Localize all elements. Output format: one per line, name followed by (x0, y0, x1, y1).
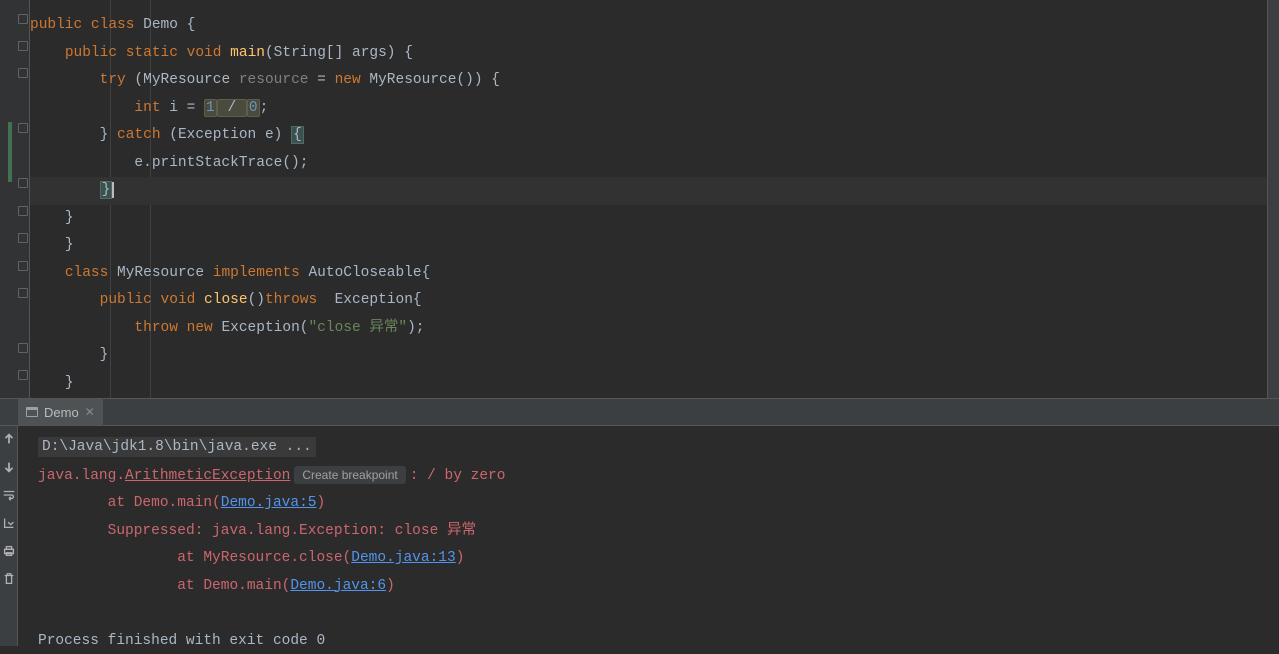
scroll-to-end-icon[interactable] (2, 516, 16, 530)
vcs-change-marker (8, 122, 12, 182)
suppressed-line: Suppressed: java.lang.Exception: close 异… (38, 523, 476, 539)
code-line[interactable]: public static void main(String[] args) { (30, 40, 1267, 68)
code-line[interactable]: public void close()throws Exception{ (30, 287, 1267, 315)
fold-marker[interactable] (18, 206, 28, 216)
run-tab-bar: Demo ✕ (0, 398, 1279, 426)
string-literal: "close 异常" (308, 320, 407, 336)
fold-marker[interactable] (18, 123, 28, 133)
run-tab-demo[interactable]: Demo ✕ (18, 399, 103, 425)
fold-marker[interactable] (18, 343, 28, 353)
arrow-up-icon[interactable] (2, 432, 16, 446)
stacktrace-link[interactable]: Demo.java:13 (351, 550, 455, 566)
error-message: : / by zero (410, 468, 506, 484)
code-editor[interactable]: public class Demo { public static void m… (0, 0, 1279, 398)
stacktrace-link[interactable]: Demo.java:5 (221, 495, 317, 511)
terminal-icon (26, 407, 38, 417)
fold-marker[interactable] (18, 233, 28, 243)
fold-marker[interactable] (18, 261, 28, 271)
class-name: Demo (143, 17, 178, 33)
error-package: java.lang. (38, 468, 125, 484)
arrow-down-icon[interactable] (2, 460, 16, 474)
error-exception: ArithmeticException (125, 468, 290, 484)
code-line[interactable]: try (MyResource resource = new MyResourc… (30, 67, 1267, 95)
code-line[interactable]: class MyResource implements AutoCloseabl… (30, 260, 1267, 288)
code-line[interactable]: public class Demo { (30, 12, 1267, 40)
bracket-match: { (291, 126, 304, 144)
gutter (0, 0, 30, 398)
scrollbar-vertical[interactable] (1267, 0, 1279, 398)
bracket-match: } (100, 181, 113, 199)
console-panel: D:\Java\jdk1.8\bin\java.exe ... java.lan… (0, 426, 1279, 646)
fold-marker[interactable] (18, 178, 28, 188)
wrap-icon[interactable] (2, 488, 16, 502)
code-line[interactable]: int i = 1 / 0; (30, 95, 1267, 123)
fold-marker[interactable] (18, 370, 28, 380)
command-line: D:\Java\jdk1.8\bin\java.exe ... (38, 437, 316, 457)
fold-marker[interactable] (18, 41, 28, 51)
code-line[interactable]: } (30, 342, 1267, 370)
fold-marker[interactable] (18, 14, 28, 24)
code-line[interactable]: } (30, 370, 1267, 398)
stacktrace-link[interactable]: Demo.java:6 (290, 578, 386, 594)
code-line[interactable]: } catch (Exception e) { (30, 122, 1267, 150)
code-line[interactable]: } (30, 205, 1267, 233)
close-icon[interactable]: ✕ (85, 405, 95, 419)
keyword: class (91, 17, 135, 33)
console-output[interactable]: D:\Java\jdk1.8\bin\java.exe ... java.lan… (18, 426, 1279, 646)
code-line[interactable]: } (30, 232, 1267, 260)
code-line[interactable]: e.printStackTrace(); (30, 150, 1267, 178)
console-toolbar (0, 426, 18, 646)
exit-code-line: Process finished with exit code 0 (38, 633, 325, 649)
code-line[interactable]: throw new Exception("close 异常"); (30, 315, 1267, 343)
caret (112, 182, 114, 198)
fold-marker[interactable] (18, 288, 28, 298)
code-line-current[interactable]: } (30, 177, 1267, 205)
fold-marker[interactable] (18, 68, 28, 78)
print-icon[interactable] (2, 544, 16, 558)
code-pane[interactable]: public class Demo { public static void m… (30, 0, 1267, 398)
trash-icon[interactable] (2, 572, 16, 586)
run-tab-label: Demo (44, 405, 79, 420)
method-name: main (230, 45, 265, 61)
create-breakpoint-button[interactable]: Create breakpoint (294, 466, 405, 484)
keyword: public (30, 17, 82, 33)
